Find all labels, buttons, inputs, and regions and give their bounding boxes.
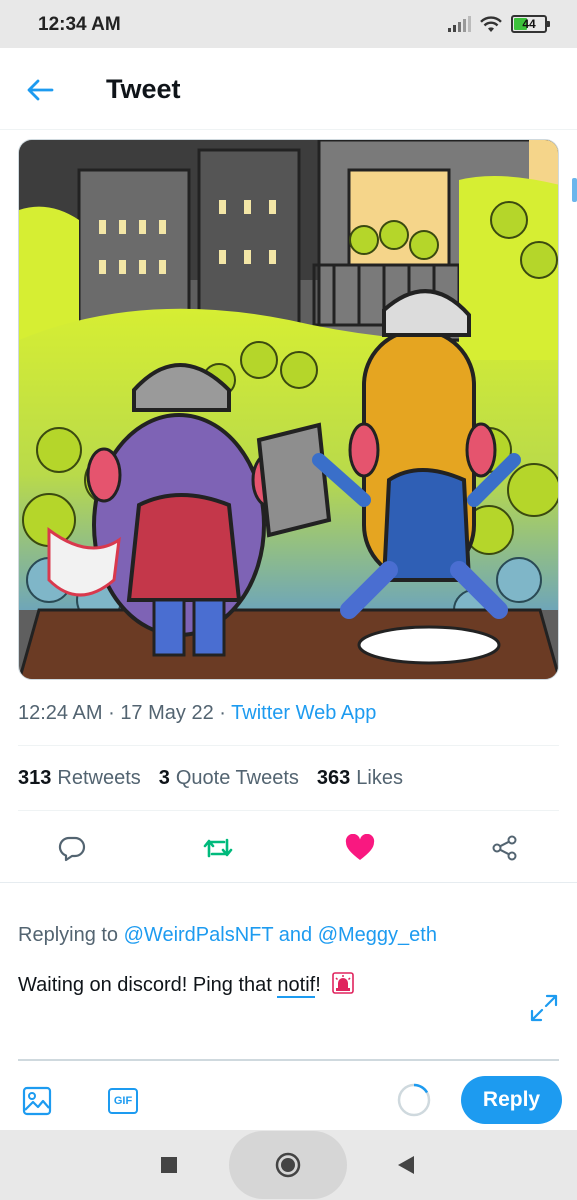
wifi-icon	[480, 16, 502, 32]
tweet-time: 12:24 AM	[18, 702, 103, 724]
arrow-left-icon	[27, 79, 54, 101]
tweet-stats: 313 Retweets 3 Quote Tweets 363 Likes	[18, 767, 403, 790]
reply-and-word[interactable]: and	[279, 924, 312, 946]
tweet-image[interactable]	[18, 139, 559, 680]
reply-text-input[interactable]: Waiting on discord! Ping that notif!	[18, 972, 355, 998]
tweet-date: 17 May 22	[120, 702, 214, 724]
retweets-stat[interactable]: 313 Retweets	[18, 767, 141, 790]
like-action-button[interactable]	[340, 828, 380, 868]
cartoon-illustration-image	[19, 140, 558, 679]
retweet-icon	[203, 838, 233, 858]
retweet-action-button[interactable]	[198, 828, 238, 868]
add-image-button[interactable]	[20, 1084, 54, 1118]
square-icon	[161, 1157, 177, 1173]
page-title: Tweet	[106, 74, 181, 104]
reply-action-button[interactable]	[52, 828, 92, 868]
retweets-label: Retweets	[57, 767, 141, 789]
replying-prefix: Replying to	[18, 924, 119, 946]
reply-text-part: Waiting on discord! Ping that	[18, 974, 278, 996]
composer-toolbar: GIF Reply	[0, 1062, 577, 1130]
reply-handle-1[interactable]: @WeirdPalsNFT	[124, 924, 274, 946]
divider	[18, 810, 559, 811]
divider	[0, 882, 577, 883]
reply-button[interactable]: Reply	[461, 1076, 562, 1124]
scrollbar-thumb[interactable]	[572, 178, 577, 202]
status-time: 12:34 AM	[38, 14, 121, 35]
battery-icon: 44	[511, 15, 550, 33]
gif-label: GIF	[113, 1095, 133, 1107]
system-nav-bar	[0, 1130, 577, 1200]
composer-divider	[18, 1059, 559, 1061]
tweet-actions	[0, 822, 577, 874]
retweets-count: 313	[18, 767, 52, 789]
reply-text-underlined: notif	[277, 974, 316, 998]
siren-emoji-icon	[332, 972, 355, 994]
add-gif-button[interactable]: GIF	[106, 1084, 140, 1118]
like-icon	[345, 834, 375, 860]
back-button[interactable]	[18, 68, 62, 112]
reply-icon	[58, 836, 86, 862]
expand-icon	[530, 994, 558, 1022]
reply-text-end: !	[315, 974, 321, 996]
share-action-button[interactable]	[485, 828, 525, 868]
back-nav-button[interactable]	[388, 1147, 424, 1183]
home-button[interactable]	[270, 1147, 306, 1183]
reply-handle-2[interactable]: @Meggy_eth	[318, 924, 437, 946]
divider	[18, 745, 559, 746]
status-bar: 12:34 AM 44	[0, 0, 577, 48]
status-icons: 44	[447, 12, 550, 36]
tweet-source-link[interactable]: Twitter Web App	[231, 702, 376, 724]
likes-stat[interactable]: 363 Likes	[317, 767, 403, 790]
signal-icon	[448, 16, 471, 32]
triangle-back-icon	[398, 1156, 414, 1174]
battery-level: 44	[522, 17, 536, 31]
likes-label: Likes	[356, 767, 403, 789]
gif-icon: GIF	[108, 1088, 138, 1114]
likes-count: 363	[316, 767, 351, 789]
tweet-metadata: 12:24 AM · 17 May 22 · Twitter Web App	[18, 702, 376, 725]
circle-icon	[275, 1152, 301, 1178]
character-count-ring	[397, 1083, 431, 1117]
recents-button[interactable]	[151, 1147, 187, 1183]
header: Tweet	[0, 48, 577, 130]
share-icon	[492, 835, 517, 861]
replying-to: Replying to @WeirdPalsNFT and @Meggy_eth	[18, 924, 437, 947]
meta-separator: ·	[108, 702, 115, 724]
expand-composer-button[interactable]	[528, 992, 560, 1024]
quotes-stat[interactable]: 3 Quote Tweets	[159, 767, 299, 790]
meta-separator: ·	[219, 702, 226, 724]
quotes-count: 3	[158, 767, 170, 789]
image-icon	[22, 1086, 52, 1116]
quotes-label: Quote Tweets	[175, 767, 299, 789]
